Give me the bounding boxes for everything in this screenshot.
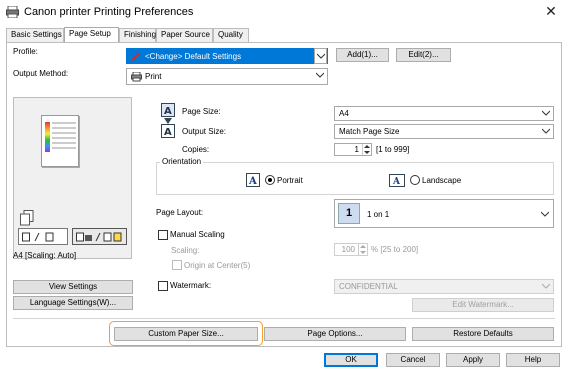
manual-scaling-checkbox[interactable]: [158, 230, 168, 240]
landscape-icon: A: [389, 174, 405, 187]
page-preview: [41, 115, 79, 167]
watermark-value: CONFIDENTIAL: [339, 282, 398, 291]
landscape-label: Landscape: [422, 176, 462, 185]
spinner-arrows-icon[interactable]: [358, 244, 367, 255]
stack-pages-icon: [20, 210, 34, 226]
edit-profile-button[interactable]: Edit(2)...: [396, 48, 451, 62]
landscape-radio[interactable]: [410, 175, 420, 185]
tab-quality[interactable]: Quality: [213, 28, 249, 42]
origin-at-center-label: Origin at Center(5): [184, 261, 251, 270]
tab-page-setup[interactable]: Page Setup: [64, 27, 119, 43]
portrait-radio[interactable]: [265, 175, 275, 185]
output-method-label: Output Method:: [13, 69, 69, 78]
page-layout-label: Page Layout:: [156, 208, 204, 217]
chevron-down-icon: [542, 283, 550, 289]
orientation-group: [156, 162, 554, 195]
preview-color-bar: [45, 122, 50, 152]
close-icon[interactable]: ✕: [542, 3, 560, 20]
scaling-label: Scaling:: [171, 246, 200, 255]
title-bar: Canon printer Printing Preferences ✕: [0, 0, 568, 25]
preview-caption: A4 [Scaling: Auto]: [13, 251, 77, 260]
profile-value: <Change> Default Settings: [145, 52, 242, 61]
output-size-icon: A: [161, 124, 175, 138]
tab-finishing[interactable]: Finishing: [119, 28, 156, 42]
window-title: Canon printer Printing Preferences: [24, 6, 194, 18]
manual-scaling-label: Manual Scaling: [170, 230, 225, 239]
tab-basic-settings[interactable]: Basic Settings: [6, 28, 64, 42]
output-method-select[interactable]: Print: [126, 68, 328, 85]
copies-value: 1: [354, 145, 359, 154]
profile-icon: [131, 52, 141, 61]
help-button[interactable]: Help: [506, 353, 560, 367]
scaling-stepper[interactable]: 100: [334, 243, 368, 256]
page-size-icon: A: [161, 103, 175, 117]
svg-text:A: A: [248, 176, 257, 187]
cancel-button[interactable]: Cancel: [386, 353, 440, 367]
page-size-label: Page Size:: [182, 107, 221, 116]
page-size-select[interactable]: A4: [334, 106, 554, 121]
preview-pane: [13, 97, 132, 259]
page-size-value: A4: [339, 109, 349, 118]
watermark-label: Watermark:: [170, 281, 212, 290]
chevron-down-icon: [542, 128, 550, 134]
profile-label: Profile:: [13, 47, 38, 56]
apply-button[interactable]: Apply: [446, 353, 500, 367]
copies-label: Copies:: [182, 145, 210, 154]
page-layout-select[interactable]: 1 1 on 1: [334, 199, 554, 228]
scaling-value: 100: [341, 245, 355, 254]
divider: [13, 318, 555, 319]
watermark-select[interactable]: CONFIDENTIAL: [334, 279, 554, 294]
orientation-label: Orientation: [160, 157, 204, 166]
preview-mode-toggle-1[interactable]: [18, 228, 68, 245]
portrait-label: Portrait: [277, 176, 303, 185]
print-icon: [131, 72, 142, 82]
chevron-down-icon: [541, 211, 549, 217]
preview-mode-toggle-2[interactable]: [72, 228, 127, 245]
profile-select[interactable]: <Change> Default Settings: [126, 48, 328, 64]
watermark-checkbox[interactable]: [158, 281, 168, 291]
svg-text:A: A: [164, 106, 172, 117]
scaling-range: % [25 to 200]: [371, 245, 419, 254]
tab-paper-source[interactable]: Paper Source: [156, 28, 213, 42]
output-size-value: Match Page Size: [339, 127, 400, 136]
page-layout-icon: 1: [338, 203, 360, 224]
output-size-label: Output Size:: [182, 127, 227, 136]
add-profile-button[interactable]: Add(1)...: [336, 48, 389, 62]
page-options-button[interactable]: Page Options...: [264, 327, 406, 341]
printer-icon: [6, 6, 19, 18]
language-settings-button[interactable]: Language Settings(W)...: [13, 296, 133, 310]
page-layout-value: 1 on 1: [367, 210, 390, 219]
chevron-down-icon: [316, 72, 324, 78]
origin-at-center-checkbox[interactable]: [172, 260, 182, 270]
view-settings-button[interactable]: View Settings: [13, 280, 133, 294]
copies-range: [1 to 999]: [376, 145, 410, 154]
output-size-select[interactable]: Match Page Size: [334, 124, 554, 139]
spinner-arrows-icon[interactable]: [362, 144, 371, 155]
portrait-icon: A: [246, 173, 260, 187]
ok-button[interactable]: OK: [324, 353, 378, 367]
edit-watermark-button[interactable]: Edit Watermark...: [412, 298, 554, 312]
printer-preview-icon: [76, 232, 122, 242]
svg-text:A: A: [164, 127, 172, 138]
chevron-down-icon: [542, 110, 550, 116]
custom-paper-size-button[interactable]: Custom Paper Size...: [114, 327, 258, 341]
restore-defaults-button[interactable]: Restore Defaults: [412, 327, 554, 341]
svg-text:A: A: [392, 177, 401, 187]
output-method-value: Print: [145, 72, 162, 81]
page-layout-preview-icon: [22, 232, 54, 242]
chevron-down-icon: [317, 53, 325, 59]
copies-stepper[interactable]: 1: [334, 143, 372, 156]
